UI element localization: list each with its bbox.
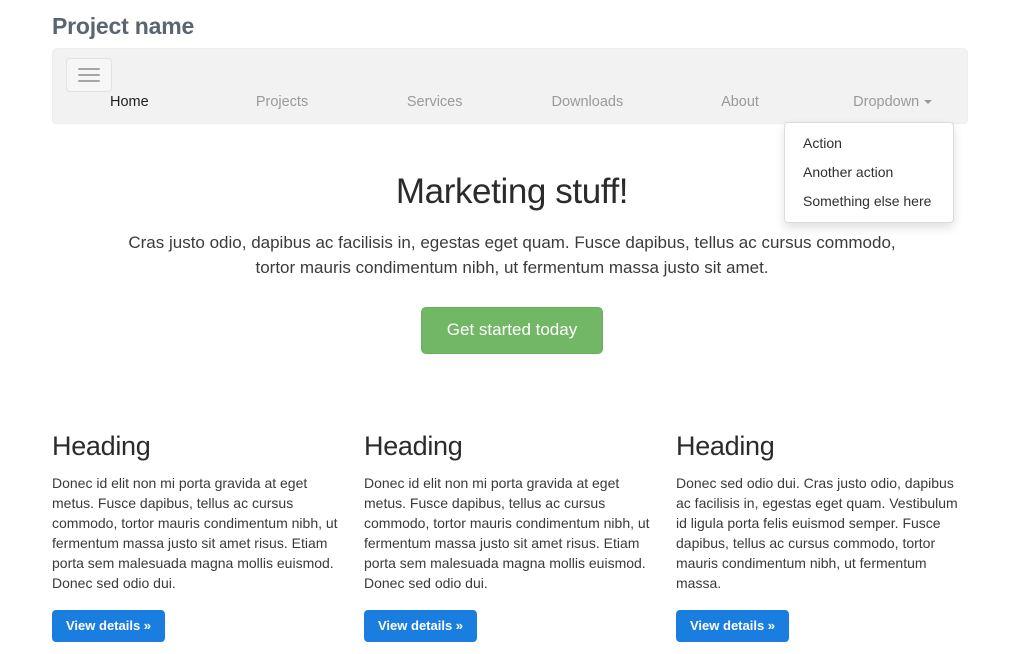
nav-link-home[interactable]: Home [110,93,149,111]
nav-link-projects[interactable]: Projects [256,93,308,111]
feature-body-text: Donec sed odio dui. Cras justo odio, dap… [676,475,958,591]
navbar: Home Projects Services Downloads About D… [52,48,968,124]
dropdown-item-action[interactable]: Action [785,129,953,158]
feature-body-text: Donec id elit non mi porta gravida at eg… [52,475,338,591]
navbar-links: Home Projects Services Downloads About D… [53,93,969,125]
nav-item-dropdown: Dropdown [816,93,969,125]
caret-down-icon [924,100,933,104]
nav-item-services: Services [358,93,511,125]
nav-link-dropdown[interactable]: Dropdown [853,93,933,111]
page-title: Project name [52,13,195,39]
feature-heading: Heading [52,431,151,461]
feature-heading: Heading [364,431,463,461]
feature-heading: Heading [676,431,775,461]
dropdown-menu-item: Another action [785,158,953,187]
nav-item-home: Home [53,93,206,125]
jumbotron-lead-text: Cras justo odio, dapibus ac facilisis in… [128,233,896,277]
hamburger-menu-icon-bar-3 [78,80,100,82]
nav-item-downloads: Downloads [511,93,664,125]
feature-columns: Heading Donec id elit non mi porta gravi… [52,430,972,642]
dropdown-menu-item: Action [785,129,953,158]
view-details-button[interactable]: View details » [676,610,790,642]
get-started-button[interactable]: Get started today [420,307,604,354]
feature-body-text: Donec id elit non mi porta gravida at eg… [364,475,650,591]
navbar-toggle-button[interactable] [66,58,112,92]
dropdown-menu-item: Something else here [785,187,953,216]
hamburger-menu-icon-bar-2 [78,74,100,76]
nav-item-projects: Projects [206,93,359,125]
dropdown-item-something-else-here[interactable]: Something else here [785,187,953,216]
view-details-button[interactable]: View details » [52,610,166,642]
hamburger-menu-icon-bar-1 [78,68,100,70]
view-details-button[interactable]: View details » [364,610,478,642]
dropdown-item-another-action[interactable]: Another action [785,158,953,187]
nav-link-downloads[interactable]: Downloads [551,93,623,111]
masthead: Project name [52,12,972,40]
feature-column-2: Heading Donec id elit non mi porta gravi… [364,430,660,642]
nav-link-about[interactable]: About [721,93,759,111]
nav-link-services[interactable]: Services [407,93,463,111]
nav-link-dropdown-label: Dropdown [853,94,920,110]
feature-column-3: Heading Donec sed odio dui. Cras justo o… [676,430,972,642]
dropdown-menu: Action Another action Something else her… [784,122,954,223]
page-root: Project name Home Projects Services Down… [0,0,1024,654]
feature-column-1: Heading Donec id elit non mi porta gravi… [52,430,348,642]
nav-item-about: About [664,93,817,125]
